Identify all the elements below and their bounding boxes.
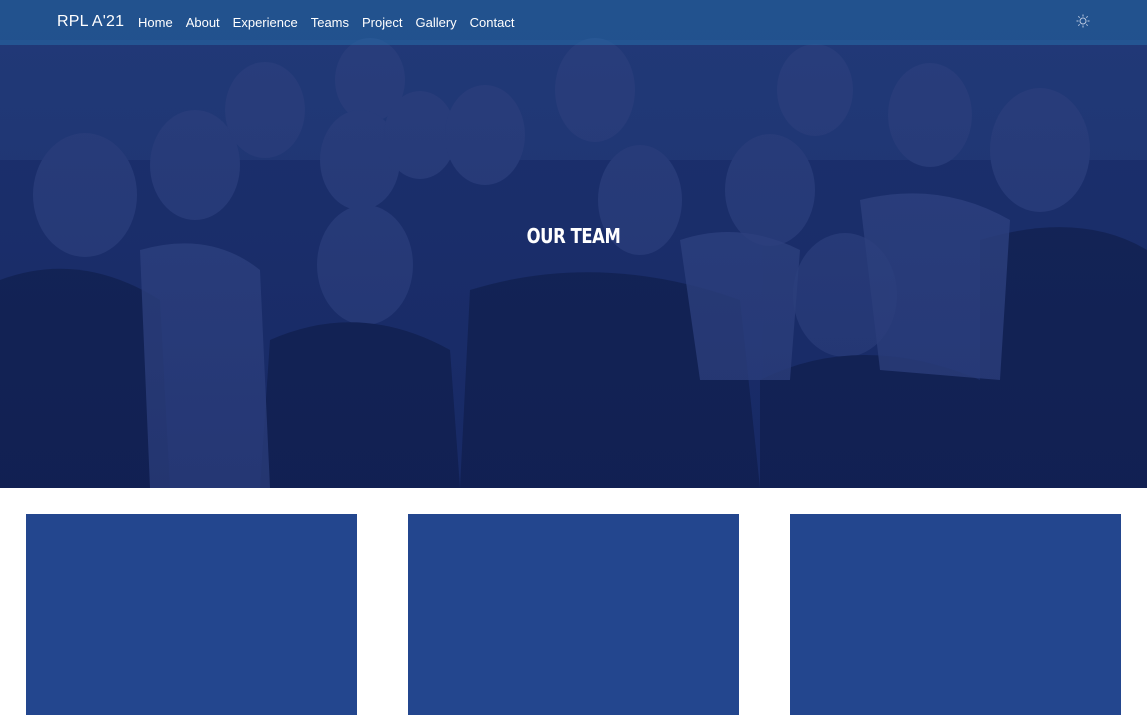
team-card[interactable] (408, 514, 739, 715)
nav-home[interactable]: Home (138, 15, 173, 30)
navbar: RPL A'21 Home About Experience Teams Pro… (0, 0, 1147, 45)
nav-about[interactable]: About (186, 15, 220, 30)
hero-section: OUR TEAM (0, 0, 1147, 488)
nav-project[interactable]: Project (362, 15, 402, 30)
nav-experience[interactable]: Experience (233, 15, 298, 30)
team-cards (0, 514, 1147, 715)
theme-toggle-icon[interactable] (1076, 14, 1090, 28)
nav-contact[interactable]: Contact (470, 15, 515, 30)
nav-teams[interactable]: Teams (311, 15, 349, 30)
main-nav: Home About Experience Teams Project Gall… (138, 15, 514, 30)
page-title: OUR TEAM (526, 224, 621, 248)
brand-logo[interactable]: RPL A'21 (57, 13, 124, 31)
nav-gallery[interactable]: Gallery (415, 15, 456, 30)
team-card[interactable] (26, 514, 357, 715)
team-card[interactable] (790, 514, 1121, 715)
